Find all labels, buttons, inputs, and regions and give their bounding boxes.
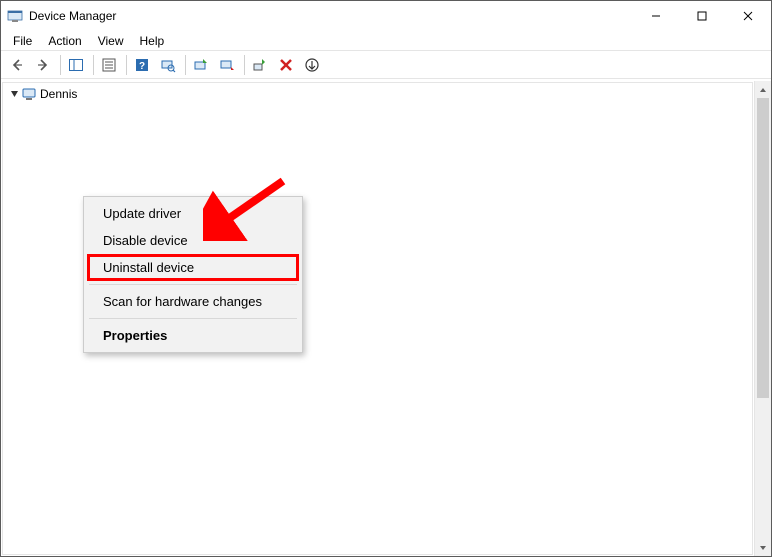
menu-action[interactable]: Action bbox=[40, 32, 89, 50]
minimize-button[interactable] bbox=[633, 1, 679, 31]
ctx-separator bbox=[89, 284, 297, 285]
ctx-disable-device[interactable]: Disable device bbox=[87, 227, 299, 254]
scroll-thumb[interactable] bbox=[757, 98, 769, 398]
window-title: Device Manager bbox=[29, 9, 633, 23]
vertical-scrollbar[interactable] bbox=[754, 81, 771, 556]
help-button[interactable]: ? bbox=[130, 54, 154, 76]
menu-file[interactable]: File bbox=[5, 32, 40, 50]
ctx-update-driver[interactable]: Update driver bbox=[87, 200, 299, 227]
scroll-down-icon[interactable] bbox=[755, 539, 771, 556]
ctx-scan-hardware[interactable]: Scan for hardware changes bbox=[87, 288, 299, 315]
toolbar-separator bbox=[126, 55, 127, 75]
menu-help[interactable]: Help bbox=[132, 32, 173, 50]
show-hide-console-tree-button[interactable] bbox=[64, 54, 88, 76]
menubar: File Action View Help bbox=[1, 31, 771, 51]
toolbar-separator bbox=[185, 55, 186, 75]
main-pane: Update driver Disable device Uninstall d… bbox=[1, 81, 771, 556]
app-icon bbox=[7, 8, 23, 24]
toolbar-separator bbox=[60, 55, 61, 75]
titlebar: Device Manager bbox=[1, 1, 771, 31]
collapse-icon[interactable] bbox=[7, 87, 21, 101]
update-driver-button[interactable] bbox=[189, 54, 213, 76]
ctx-properties[interactable]: Properties bbox=[87, 322, 299, 349]
properties-button[interactable] bbox=[97, 54, 121, 76]
computer-icon bbox=[21, 86, 37, 102]
add-legacy-hardware-button[interactable] bbox=[300, 54, 324, 76]
menu-view[interactable]: View bbox=[90, 32, 132, 50]
tree-node-label: Dennis bbox=[40, 87, 77, 101]
toolbar: ? bbox=[1, 51, 771, 79]
forward-button[interactable] bbox=[31, 54, 55, 76]
svg-text:?: ? bbox=[139, 61, 145, 72]
toolbar-separator bbox=[244, 55, 245, 75]
maximize-button[interactable] bbox=[679, 1, 725, 31]
enable-device-button[interactable] bbox=[248, 54, 272, 76]
uninstall-device-button[interactable] bbox=[274, 54, 298, 76]
window-controls bbox=[633, 1, 771, 31]
close-button[interactable] bbox=[725, 1, 771, 31]
ctx-uninstall-device[interactable]: Uninstall device bbox=[87, 254, 299, 281]
disable-device-button[interactable] bbox=[215, 54, 239, 76]
device-tree[interactable]: Update driver Disable device Uninstall d… bbox=[2, 82, 753, 555]
back-button[interactable] bbox=[5, 54, 29, 76]
ctx-separator bbox=[89, 318, 297, 319]
tree-root[interactable]: Dennis bbox=[5, 85, 752, 102]
scan-hardware-button[interactable] bbox=[156, 54, 180, 76]
toolbar-separator bbox=[93, 55, 94, 75]
context-menu: Update driver Disable device Uninstall d… bbox=[83, 196, 303, 353]
scroll-up-icon[interactable] bbox=[755, 81, 771, 98]
